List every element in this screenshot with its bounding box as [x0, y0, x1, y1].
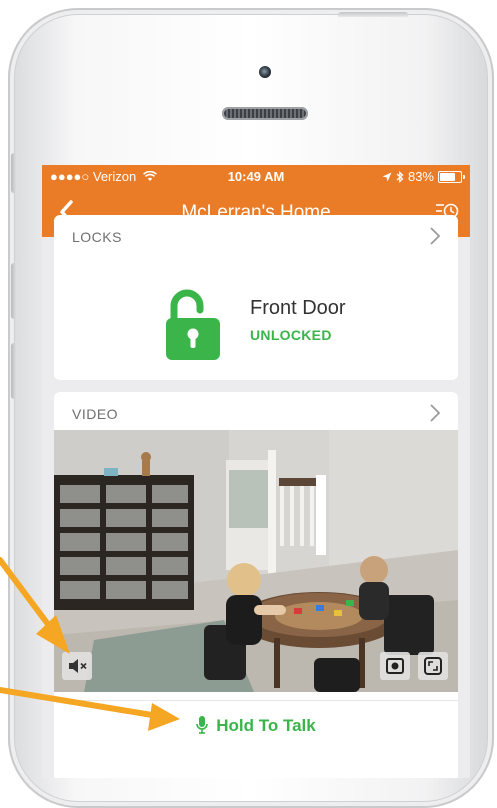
location-arrow-icon	[382, 172, 392, 181]
mute-switch	[11, 153, 17, 193]
microphone-icon	[196, 716, 209, 734]
camera-snapshot-icon	[386, 658, 404, 674]
chevron-right-icon[interactable]	[428, 402, 442, 424]
unlocked-padlock-icon[interactable]	[166, 288, 220, 360]
video-header: VIDEO	[72, 406, 119, 422]
sleep-button	[338, 12, 408, 17]
expand-icon	[424, 657, 442, 675]
status-right: 83%	[382, 169, 465, 184]
door-name: Front Door	[250, 297, 346, 319]
live-video-feed[interactable]	[54, 430, 458, 692]
mute-button[interactable]	[62, 652, 92, 680]
battery-fill	[440, 172, 455, 181]
volume-down-button	[11, 343, 17, 399]
video-card: VIDEO Hold To Talk	[54, 392, 458, 778]
battery-icon	[438, 170, 465, 183]
chevron-right-icon[interactable]	[428, 225, 442, 247]
hold-to-talk-button[interactable]: Hold To Talk	[54, 700, 458, 747]
status-bar: ●●●●○ Verizon 10:49 AM 83%	[42, 165, 470, 187]
hold-to-talk-text: Hold To Talk	[216, 716, 316, 735]
door-status: UNLOCKED	[250, 327, 332, 343]
snapshot-button[interactable]	[380, 652, 410, 680]
fullscreen-button[interactable]	[418, 652, 448, 680]
front-camera	[259, 66, 271, 78]
earpiece-speaker	[222, 107, 308, 120]
app-screen: ●●●●○ Verizon 10:49 AM 83% McLerran's Ho…	[42, 165, 470, 778]
locks-card[interactable]: LOCKS Front Door UNLOCKED	[54, 215, 458, 380]
battery-percent: 83%	[407, 169, 434, 184]
bluetooth-icon	[396, 170, 404, 183]
hold-to-talk-label: Hold To Talk	[54, 716, 458, 736]
volume-up-button	[11, 263, 17, 319]
locks-header: LOCKS	[72, 229, 122, 245]
speaker-muted-icon	[69, 659, 87, 673]
